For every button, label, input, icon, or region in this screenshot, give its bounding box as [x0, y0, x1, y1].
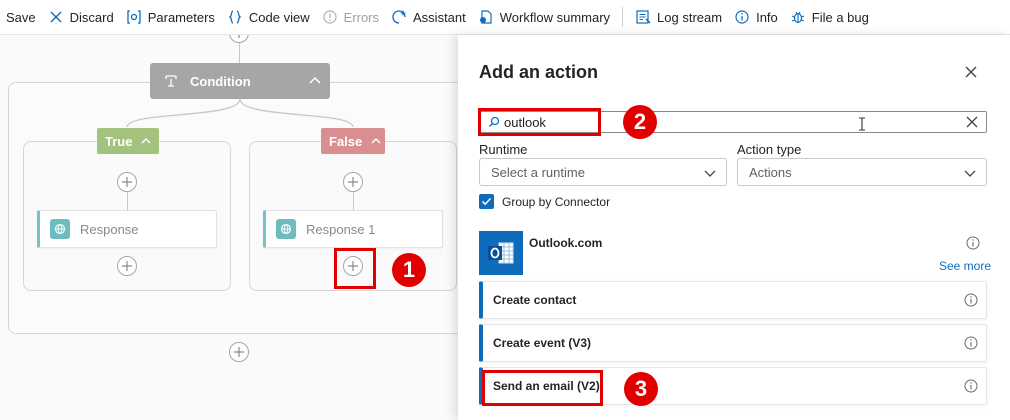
action-info-icon[interactable] — [964, 293, 978, 307]
info-label: Info — [756, 9, 778, 25]
true-branch-header[interactable]: True — [97, 128, 159, 154]
response-1-action-card[interactable]: Response 1 — [263, 210, 443, 248]
info-button[interactable]: Info — [728, 0, 784, 35]
chevron-up-icon[interactable] — [370, 135, 382, 147]
save-button[interactable]: Save — [0, 0, 42, 35]
insert-step-bottom-button[interactable] — [229, 342, 249, 362]
assistant-sparkle-icon — [391, 9, 407, 25]
response-1-action-title: Response 1 — [306, 221, 376, 237]
response-action-title: Response — [80, 221, 139, 237]
panel-title: Add an action — [479, 62, 599, 82]
chevron-up-icon[interactable] — [308, 73, 322, 87]
code-view-label: Code view — [248, 9, 310, 25]
action-info-icon[interactable] — [964, 336, 978, 350]
add-action-panel: Add an action 2 Runtime Select a runtime… — [458, 35, 1010, 420]
action-create-contact-label: Create contact — [493, 293, 577, 307]
workflow-summary-icon — [478, 9, 494, 25]
connector-line — [239, 43, 240, 63]
false-branch-label: False — [329, 133, 363, 149]
true-branch-label: True — [105, 133, 133, 149]
discard-button[interactable]: Discard — [42, 0, 120, 35]
action-type-dropdown[interactable]: Actions — [737, 158, 987, 186]
curly-braces-icon — [227, 9, 243, 25]
runtime-dropdown[interactable]: Select a runtime — [479, 158, 727, 186]
action-type-dropdown-value: Actions — [749, 164, 792, 180]
action-create-contact[interactable]: Create contact — [479, 281, 987, 319]
action-type-label: Action type — [737, 142, 802, 157]
file-bug-label: File a bug — [811, 9, 869, 25]
group-by-connector-label: Group by Connector — [502, 194, 611, 209]
designer-toolbar: Save Discard Parameters Code view Errors… — [0, 0, 1010, 35]
save-label: Save — [6, 9, 36, 25]
step-badge-2: 2 — [623, 105, 657, 139]
condition-icon — [164, 74, 178, 88]
condition-card[interactable]: Condition — [150, 63, 330, 99]
workflow-summary-label: Workflow summary — [499, 9, 611, 25]
runtime-label: Runtime — [479, 142, 528, 157]
response-globe-icon — [276, 219, 296, 239]
see-more-link[interactable]: See more — [939, 259, 991, 273]
group-by-connector-row[interactable]: Group by Connector — [479, 194, 610, 209]
parameters-label: Parameters — [147, 9, 215, 25]
info-icon — [734, 9, 750, 25]
errors-button[interactable]: Errors — [316, 0, 385, 35]
false-branch-header[interactable]: False — [321, 128, 385, 154]
text-cursor-icon — [858, 117, 866, 131]
highlight-box-step3 — [482, 370, 603, 406]
connector-line — [353, 192, 354, 210]
assistant-button[interactable]: Assistant — [385, 0, 472, 35]
step-badge-3: 3 — [624, 372, 658, 406]
log-stream-icon — [635, 9, 651, 25]
step-badge-1: 1 — [392, 253, 426, 287]
runtime-dropdown-value: Select a runtime — [491, 164, 585, 180]
close-icon[interactable] — [964, 65, 978, 79]
parameters-icon — [126, 9, 142, 25]
errors-info-icon — [322, 9, 338, 25]
errors-label: Errors — [343, 9, 380, 25]
code-view-button[interactable]: Code view — [221, 0, 316, 35]
bug-icon — [790, 9, 806, 25]
chevron-up-icon[interactable] — [140, 135, 152, 147]
action-create-event-label: Create event (V3) — [493, 336, 592, 350]
discard-label: Discard — [69, 9, 114, 25]
log-stream-label: Log stream — [657, 9, 723, 25]
true-insert-bottom-button[interactable] — [117, 256, 137, 276]
group-by-connector-checkbox[interactable] — [479, 194, 494, 209]
workflow-canvas[interactable]: Condition True Response False Response 1… — [0, 35, 458, 420]
action-create-event[interactable]: Create event (V3) — [479, 324, 987, 362]
chevron-down-icon — [704, 167, 716, 179]
connector-line — [127, 192, 128, 210]
outlook-connector-name[interactable]: Outlook.com — [529, 236, 602, 250]
workflow-summary-button[interactable]: Workflow summary — [472, 0, 616, 35]
outlook-logo-icon[interactable] — [479, 231, 523, 275]
toolbar-divider — [622, 7, 624, 27]
response-action-card[interactable]: Response — [37, 210, 217, 248]
log-stream-button[interactable]: Log stream — [629, 0, 728, 35]
insert-step-top-button[interactable] — [229, 35, 249, 43]
discard-x-icon — [48, 9, 64, 25]
branch-connectors — [126, 99, 354, 128]
chevron-down-icon — [964, 167, 976, 179]
response-globe-icon — [50, 219, 70, 239]
connector-info-icon[interactable] — [966, 236, 980, 250]
highlight-box-step1 — [334, 248, 376, 289]
false-insert-top-button[interactable] — [343, 172, 363, 192]
true-insert-top-button[interactable] — [117, 172, 137, 192]
condition-title: Condition — [190, 73, 251, 89]
action-info-icon[interactable] — [964, 379, 978, 393]
clear-search-icon[interactable] — [966, 116, 978, 128]
highlight-box-step2 — [478, 108, 601, 136]
parameters-button[interactable]: Parameters — [120, 0, 221, 35]
assistant-label: Assistant — [413, 9, 466, 25]
file-bug-button[interactable]: File a bug — [784, 0, 875, 35]
